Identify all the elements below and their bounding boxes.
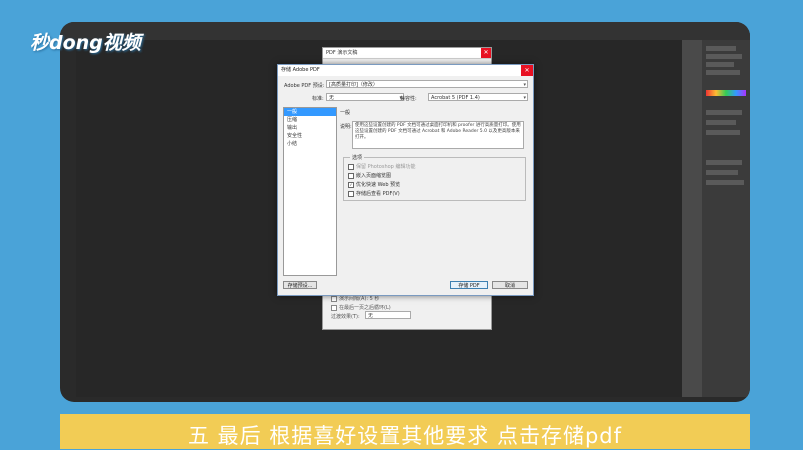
option-embed-thumbnails[interactable]: 嵌入页面缩览图 [348, 172, 391, 179]
cancel-button[interactable]: 取消 [492, 281, 528, 289]
color-swatches[interactable] [706, 90, 746, 96]
standard-select[interactable]: 无 ▾ [326, 93, 404, 101]
save-adobe-pdf-dialog: 存储 Adobe PDF ✕ Adobe PDF 预设: [高质量打印]（修改）… [277, 64, 534, 296]
compat-select[interactable]: Acrobat 5 (PDF 1.4) ▾ [428, 93, 528, 101]
options-group: 选项 保留 Photoshop 编辑功能 嵌入页面缩览图 ✓ 优化快速 Web 预… [343, 154, 526, 201]
options-title: 选项 [350, 154, 365, 161]
tools-strip [682, 40, 702, 397]
back-close-icon[interactable]: ✕ [481, 48, 491, 58]
compat-label: 兼容性: [400, 96, 417, 102]
category-list: 一般 压缩 输出 安全性 小结 [283, 107, 337, 276]
sidebar-item-compression[interactable]: 压缩 [284, 116, 336, 124]
dialog-title: 存储 Adobe PDF [278, 65, 533, 76]
description-box[interactable]: 使用这些设置创建的 PDF 文档可通过桌面打印机和 proofer 进行高质量打… [352, 121, 524, 149]
photoshop-topbar [60, 22, 750, 40]
sidebar-item-general[interactable]: 一般 [284, 108, 336, 116]
preset-label: Adobe PDF 预设: [284, 83, 325, 89]
option-fast-web-view[interactable]: ✓ 优化快速 Web 预览 [348, 181, 400, 188]
option-view-after-save[interactable]: 存储后查看 PDF(V) [348, 190, 400, 197]
subtitle-text: 五 最后 根据喜好设置其他要求 点击存储pdf [187, 424, 623, 448]
sidebar-item-output[interactable]: 输出 [284, 124, 336, 132]
sidebar-item-summary[interactable]: 小结 [284, 140, 336, 148]
save-pdf-button[interactable]: 存储 PDF [450, 281, 488, 289]
loop-row[interactable]: 在最后一页之后循环(L) [331, 304, 391, 311]
transition-label: 过渡效果(T): [331, 314, 360, 320]
option-preserve-editing[interactable]: 保留 Photoshop 编辑功能 [348, 163, 415, 170]
general-panel: 一般 说明: 使用这些设置创建的 PDF 文档可通过桌面打印机和 proofer… [338, 107, 528, 274]
interval-row[interactable]: 演示间隔(A): 5 秒 [331, 295, 379, 302]
section-title: 一般 [340, 110, 351, 116]
back-dialog-title: PDF 演示文稿 [323, 48, 491, 59]
brand-logo: 秒dong视频 [30, 32, 141, 54]
standard-label: 标准: [312, 96, 324, 102]
close-icon[interactable]: ✕ [521, 65, 533, 76]
preset-select[interactable]: [高质量打印]（修改） ▾ [326, 80, 528, 88]
subtitle-bar: 五 最后 根据喜好设置其他要求 点击存储pdf [60, 414, 750, 449]
desc-label: 说明: [340, 124, 352, 130]
save-preset-button[interactable]: 存储预设... [283, 281, 317, 289]
sidebar-item-security[interactable]: 安全性 [284, 132, 336, 140]
transition-select[interactable]: 无 [365, 311, 411, 319]
right-panels [702, 40, 750, 397]
